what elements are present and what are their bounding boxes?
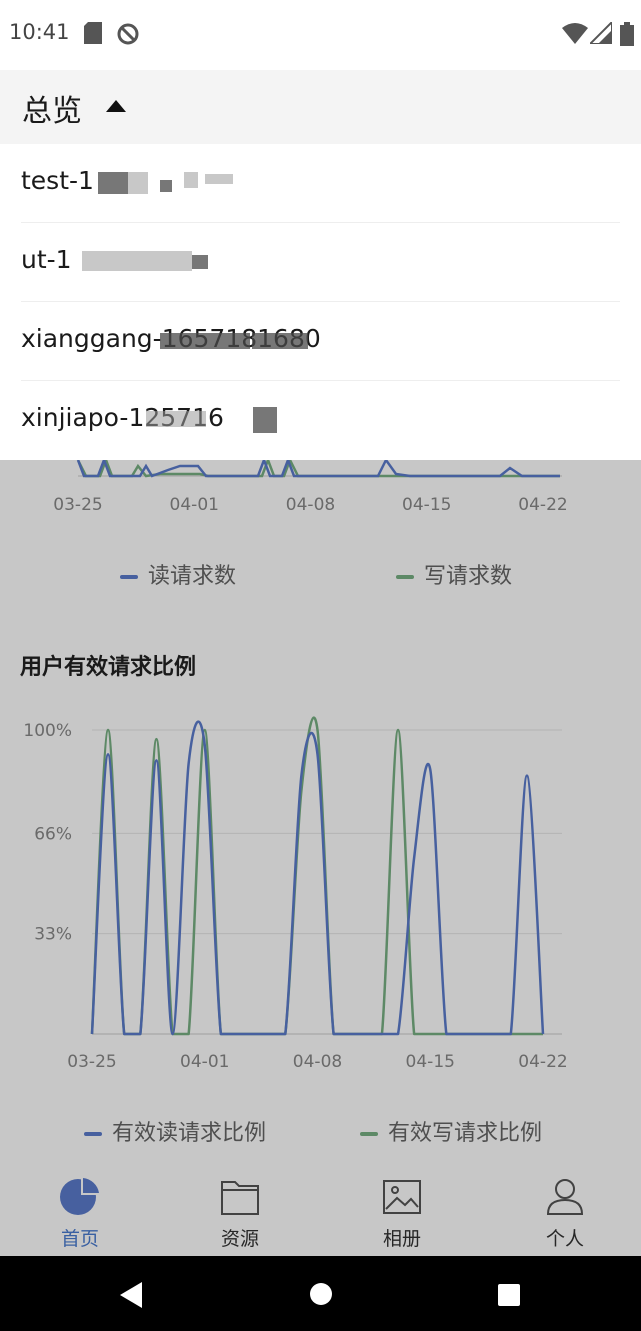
legend-write-requests[interactable]: 写请求数 [396,558,512,590]
tab-album[interactable]: 相册 [322,1160,482,1256]
sd-card-icon [84,22,102,44]
x-tick-label: 04-22 [518,495,567,515]
x-tick-label: 04-15 [406,1052,455,1072]
redaction-mark [184,172,198,188]
signal-icon [590,22,612,44]
wifi-icon [562,23,588,44]
x-tick-label: 04-15 [402,495,451,515]
redaction-mark [160,333,250,349]
person-icon [546,1179,584,1215]
y-tick-label: 33% [34,925,72,945]
dropdown-item-ut[interactable]: ut-1 [0,223,641,302]
redaction-mark [192,255,208,269]
bottom-tab-bar: 首页 资源 相册 个人 [0,1160,641,1256]
section-title-valid-ratio: 用户有效请求比例 [20,655,197,680]
tab-label-profile: 个人 [545,1228,584,1250]
do-not-disturb-icon [117,23,139,45]
legend-label-write: 写请求数 [424,564,513,589]
dropdown-title: 总览 [22,94,82,129]
tab-label-resources: 资源 [220,1228,259,1250]
legend-valid-read-ratio[interactable]: 有效读请求比例 [84,1115,266,1147]
dropdown-item-xinjiapo[interactable]: xinjiapo-125716 [0,381,641,460]
y-tick-label: 66% [34,824,72,844]
pie-chart-icon [60,1178,99,1215]
legend-label-read: 读请求数 [148,564,237,589]
overview-dropdown-header[interactable]: 总览 [0,70,641,144]
system-navigation-bar [0,1256,641,1331]
dropdown-item-label: ut-1 [21,245,72,274]
valid-request-ratio-chart: 100% 66% 33% 03-25 04-01 04-08 04-15 04-22 [23,716,568,1072]
battery-icon [620,22,634,46]
redaction-mark [128,172,148,194]
tab-profile[interactable]: 个人 [485,1160,641,1256]
legend-swatch-write [396,575,414,579]
x-tick-label: 04-01 [170,495,219,515]
instance-dropdown-list: test-1 ut-1 xianggang-1657181680 xinjiap… [0,144,641,460]
caret-up-icon [106,100,126,112]
x-tick-label: 04-01 [180,1052,229,1072]
recents-icon[interactable] [497,1283,521,1307]
image-icon [383,1180,421,1214]
redaction-mark [205,174,233,184]
tab-label-album: 相册 [382,1228,421,1250]
redaction-mark [253,407,277,433]
redaction-mark [252,333,308,349]
y-tick-label: 100% [23,721,72,741]
tab-resources[interactable]: 资源 [160,1160,320,1256]
folder-icon [221,1181,259,1215]
redaction-mark [82,251,192,271]
read-requests-line [76,456,560,478]
x-tick-label: 04-08 [286,495,335,515]
x-tick-label: 03-25 [67,1052,116,1072]
x-tick-label: 04-08 [293,1052,342,1072]
legend-label-valid-write: 有效写请求比例 [388,1121,543,1146]
back-icon[interactable] [118,1282,144,1308]
legend-swatch-valid-read [84,1132,102,1136]
tab-home[interactable]: 首页 [0,1160,160,1256]
dropdown-item-label: test-1 [21,166,94,195]
redaction-mark [146,411,206,427]
dropdown-item-xianggang[interactable]: xianggang-1657181680 [0,302,641,381]
redaction-mark [160,180,172,192]
legend-swatch-valid-write [360,1132,378,1136]
tab-label-home: 首页 [60,1228,99,1250]
status-bar: 10:41 [0,0,641,70]
status-time: 10:41 [9,20,70,44]
redaction-mark [98,172,128,194]
x-tick-label: 04-22 [518,1052,567,1072]
home-icon[interactable] [309,1282,333,1306]
legend-read-requests[interactable]: 读请求数 [120,558,236,590]
legend-swatch-read [120,575,138,579]
legend-label-valid-read: 有效读请求比例 [112,1121,267,1146]
legend-valid-write-ratio[interactable]: 有效写请求比例 [360,1115,542,1147]
dropdown-item-test[interactable]: test-1 [0,144,641,223]
x-tick-label: 03-25 [53,495,102,515]
request-count-chart: 03-25 04-01 04-08 04-15 04-22 [53,456,568,515]
